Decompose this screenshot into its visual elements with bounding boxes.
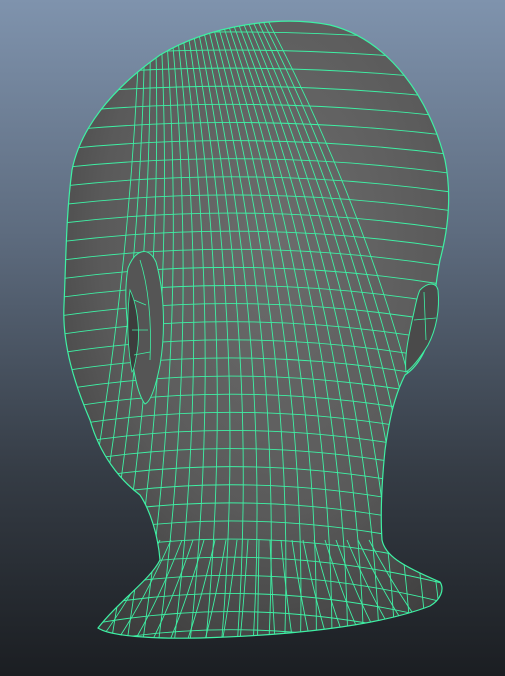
3d-viewport[interactable]	[0, 0, 505, 676]
head-model[interactable]	[0, 0, 505, 676]
